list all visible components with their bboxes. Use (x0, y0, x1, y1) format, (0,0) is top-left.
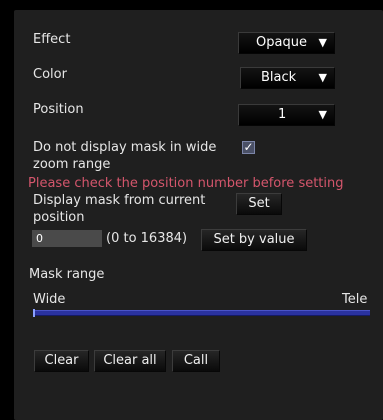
wide-zoom-checkbox[interactable]: ✓ (242, 141, 255, 154)
position-label: Position (33, 102, 84, 117)
wide-zoom-label-line1: Do not display mask in wide (33, 140, 217, 155)
display-current-label-line2: position (33, 210, 85, 225)
mask-range-title: Mask range (29, 267, 105, 282)
range-hint: (0 to 16384) (106, 231, 188, 246)
color-label: Color (33, 67, 67, 82)
effect-select[interactable]: Opaque ▼ (238, 32, 335, 54)
call-button[interactable]: Call (172, 350, 220, 372)
clear-button[interactable]: Clear (34, 350, 89, 372)
position-select[interactable]: 1 ▼ (238, 104, 335, 126)
wide-zoom-label-line2: zoom range (33, 157, 111, 172)
slider-handle[interactable] (33, 309, 35, 317)
color-select[interactable]: Black ▼ (240, 67, 335, 89)
effect-label: Effect (33, 32, 71, 47)
color-value: Black (261, 70, 297, 85)
chevron-down-icon: ▼ (318, 108, 327, 121)
mask-range-wide-label: Wide (33, 292, 66, 307)
chevron-down-icon: ▼ (318, 71, 327, 84)
check-icon: ✓ (243, 140, 254, 154)
set-by-value-button[interactable]: Set by value (201, 229, 307, 251)
warning-text: Please check the position number before … (28, 176, 344, 191)
position-value-input[interactable] (32, 230, 102, 247)
mask-range-tele-label: Tele (342, 292, 368, 307)
set-button[interactable]: Set (236, 193, 282, 215)
effect-value: Opaque (256, 35, 307, 50)
position-value: 1 (278, 107, 287, 122)
display-current-label-line1: Display mask from current (33, 193, 206, 208)
mask-range-slider[interactable] (33, 309, 370, 317)
clear-all-button[interactable]: Clear all (94, 350, 166, 372)
chevron-down-icon: ▼ (318, 36, 327, 49)
